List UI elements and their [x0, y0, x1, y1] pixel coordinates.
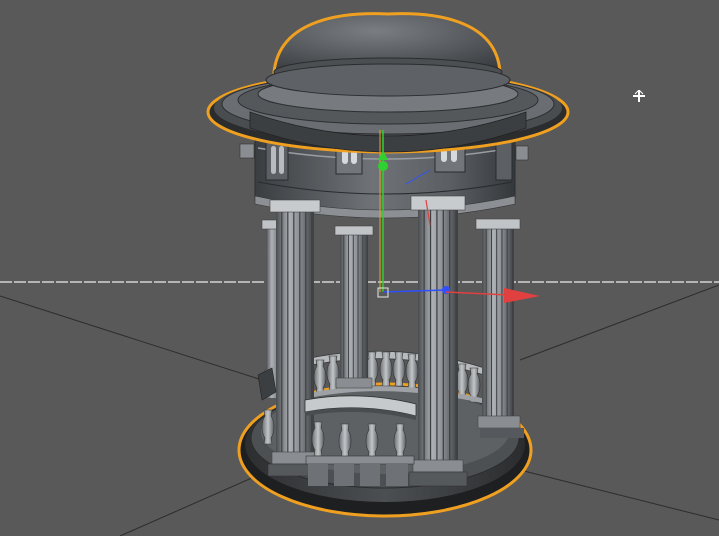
mouse-pointer-icon [633, 90, 645, 102]
column-back-left[interactable] [334, 225, 374, 389]
viewport-scene[interactable] [0, 0, 719, 536]
3d-viewport[interactable] [0, 0, 719, 536]
